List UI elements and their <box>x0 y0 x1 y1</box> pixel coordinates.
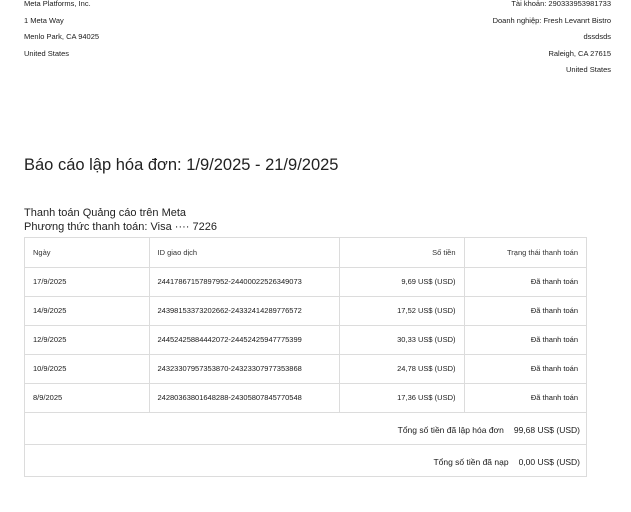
table-row: 17/9/2025 24417867157897952-244000225263… <box>25 267 586 297</box>
row-date: 14/9/2025 <box>25 296 150 326</box>
seller-country: United States <box>24 48 70 58</box>
row-transaction-id: 24452425884442072-24452425947775399 <box>149 325 340 355</box>
table-row: 14/9/2025 24398153373202662-243324142897… <box>25 296 586 326</box>
account-id: Tài khoản: 290333953981733 <box>511 0 611 8</box>
account-street: dssdsds <box>583 32 611 42</box>
transactions-table: Ngày ID giao dịch Số tiền Trạng thái tha… <box>25 238 586 413</box>
row-date: 8/9/2025 <box>25 383 150 413</box>
row-status: Đã thanh toán <box>464 267 586 297</box>
transactions-card: Ngày ID giao dịch Số tiền Trạng thái tha… <box>24 237 587 477</box>
row-amount: 17,36 US$ (USD) <box>339 383 465 413</box>
column-header-amount: Số tiền <box>339 238 465 268</box>
account-city: Raleigh, CA 27615 <box>548 48 611 58</box>
payment-method: Phương thức thanh toán: Visa ···· 7226 <box>24 221 217 233</box>
seller-city: Menlo Park, CA 94025 <box>24 32 100 42</box>
table-row: 10/9/2025 24323307957353870-243233079773… <box>25 354 586 384</box>
total-paid-value: 0,00 US$ (USD) <box>518 457 580 467</box>
row-status: Đã thanh toán <box>464 383 586 413</box>
seller-street: 1 Meta Way <box>24 15 64 25</box>
totals-divider <box>25 444 586 445</box>
row-date: 12/9/2025 <box>25 325 150 355</box>
column-header-status: Trạng thái thanh toán <box>464 238 586 268</box>
row-transaction-id: 24417867157897952-24400022526349073 <box>149 267 340 297</box>
row-amount: 17,52 US$ (USD) <box>339 296 465 326</box>
account-address: Tài khoản: 290333953981733 Doanh nghiệp:… <box>493 0 611 83</box>
row-date: 10/9/2025 <box>25 354 150 384</box>
report-title: Báo cáo lập hóa đơn: 1/9/2025 - 21/9/202… <box>24 156 339 174</box>
column-header-date: Ngày <box>25 238 150 268</box>
table-header-row: Ngày ID giao dịch Số tiền Trạng thái tha… <box>25 238 586 268</box>
row-amount: 30,33 US$ (USD) <box>339 325 465 355</box>
row-date: 17/9/2025 <box>25 267 150 297</box>
seller-name: Meta Platforms, Inc. <box>24 0 91 8</box>
report-subtitle: Thanh toán Quảng cáo trên Meta <box>24 207 187 219</box>
row-transaction-id: 24398153373202662-24332414289776572 <box>149 296 340 326</box>
total-paid-label: Tổng số tiền đã nạp <box>433 457 509 467</box>
row-status: Đã thanh toán <box>464 354 586 384</box>
column-header-transaction-id: ID giao dịch <box>149 238 340 268</box>
table-row: 12/9/2025 24452425884442072-244524259477… <box>25 325 586 355</box>
row-amount: 24,78 US$ (USD) <box>339 354 465 384</box>
business-name: Doanh nghiệp: Fresh Levanrt Bistro <box>492 15 611 25</box>
row-transaction-id: 24280363801648288-24305807845770548 <box>149 383 340 413</box>
row-status: Đã thanh toán <box>464 296 586 326</box>
row-amount: 9,69 US$ (USD) <box>339 267 465 297</box>
seller-address: Meta Platforms, Inc. 1 Meta Way Menlo Pa… <box>24 0 99 66</box>
table-row: 8/9/2025 24280363801648288-2430580784577… <box>25 383 586 413</box>
total-paid: Tổng số tiền đã nạp 0,00 US$ (USD) <box>433 457 580 467</box>
account-country: United States <box>565 65 611 75</box>
total-billed-label: Tổng số tiền đã lập hóa đơn <box>397 425 504 435</box>
row-status: Đã thanh toán <box>464 325 586 355</box>
row-transaction-id: 24323307957353870-24323307977353868 <box>149 354 340 384</box>
total-billed-value: 99,68 US$ (USD) <box>513 425 580 435</box>
total-billed: Tổng số tiền đã lập hóa đơn 99,68 US$ (U… <box>398 425 580 435</box>
